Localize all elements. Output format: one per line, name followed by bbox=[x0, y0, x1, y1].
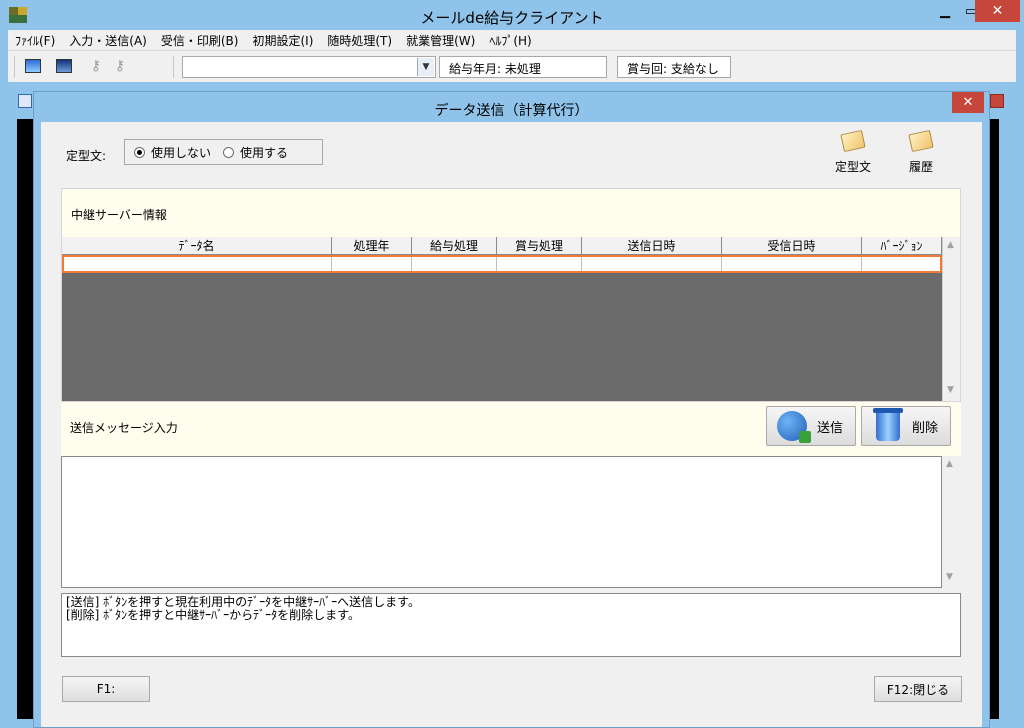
column-header[interactable]: 受信日時 bbox=[722, 237, 862, 255]
toolbar-separator bbox=[173, 56, 174, 78]
message-label: 送信メッセージ入力 bbox=[70, 421, 178, 435]
table-cell[interactable] bbox=[64, 257, 332, 271]
column-header[interactable]: 給与処理 bbox=[412, 237, 497, 255]
dialog-body: 定型文: 使用しない 使用する 定型文 履歴 中継サーバー情報 ﾃﾞｰﾀ名 処理… bbox=[41, 122, 982, 727]
column-header[interactable]: ﾃﾞｰﾀ名 bbox=[62, 237, 332, 255]
close-f12-button[interactable]: F12:閉じる bbox=[874, 676, 962, 702]
company-combobox[interactable]: ▼ bbox=[182, 56, 436, 78]
template-button[interactable]: 定型文 bbox=[823, 129, 883, 182]
globe-upload-icon bbox=[777, 411, 811, 443]
dialog-titlebar: データ送信（計算代行） ✕ bbox=[34, 92, 989, 122]
history-button-label: 履歴 bbox=[908, 160, 933, 174]
radio-use-label: 使用する bbox=[240, 145, 289, 160]
message-scrollbar[interactable]: ▲ ▼ bbox=[942, 456, 961, 588]
column-header[interactable]: 送信日時 bbox=[582, 237, 722, 255]
monitor-dark-icon[interactable] bbox=[56, 59, 72, 73]
app-title: メールde給与クライアント bbox=[420, 9, 604, 27]
dialog-close-button[interactable]: ✕ bbox=[952, 92, 984, 113]
menu-adhoc-processing[interactable]: 随時処理(T) bbox=[320, 32, 399, 49]
f1-button[interactable]: F1: bbox=[62, 676, 150, 702]
grid-scrollbar[interactable]: ▲ ▼ bbox=[942, 237, 960, 401]
column-header[interactable]: ﾊﾞｰｼﾞｮﾝ bbox=[862, 237, 942, 255]
table-cell[interactable] bbox=[862, 257, 940, 271]
table-cell[interactable] bbox=[582, 257, 722, 271]
menu-help[interactable]: ﾍﾙﾌﾟ(H) bbox=[482, 32, 538, 49]
radio-use[interactable]: 使用する bbox=[223, 144, 288, 161]
column-header[interactable]: 賞与処理 bbox=[497, 237, 582, 255]
data-send-dialog: データ送信（計算代行） ✕ 定型文: 使用しない 使用する 定型文 履歴 中継サ… bbox=[33, 91, 990, 728]
menu-work-management[interactable]: 就業管理(W) bbox=[399, 32, 482, 49]
dialog-title: データ送信（計算代行） bbox=[434, 103, 589, 119]
table-cell[interactable] bbox=[497, 257, 582, 271]
delete-button[interactable]: 削除 bbox=[861, 406, 951, 446]
menu-initial-settings[interactable]: 初期設定(I) bbox=[245, 32, 320, 49]
bonus-period-field: 賞与回: 支給なし bbox=[617, 56, 731, 78]
key-icon[interactable]: ⚷ bbox=[88, 58, 104, 74]
history-button[interactable]: 履歴 bbox=[891, 129, 951, 182]
template-radio-group: 使用しない 使用する bbox=[124, 139, 323, 165]
scroll-down-icon[interactable]: ▼ bbox=[946, 572, 953, 582]
main-titlebar: メールde給与クライアント ▁ ▭ ✕ bbox=[0, 0, 1024, 30]
menu-receive-print[interactable]: 受信・印刷(B) bbox=[154, 32, 246, 49]
salary-period-field: 給与年月: 未処理 bbox=[439, 56, 607, 78]
radio-checked-icon[interactable] bbox=[134, 146, 145, 158]
child-close-icon[interactable] bbox=[990, 94, 1004, 108]
close-button[interactable]: ✕ bbox=[975, 0, 1020, 22]
table-cell[interactable] bbox=[332, 257, 412, 271]
key-icon[interactable]: ⚷ bbox=[112, 58, 128, 74]
delete-button-label: 削除 bbox=[912, 420, 939, 436]
chevron-down-icon[interactable]: ▼ bbox=[417, 58, 434, 76]
trash-icon bbox=[873, 408, 903, 441]
radio-not-use[interactable]: 使用しない bbox=[134, 144, 211, 161]
book-icon bbox=[840, 129, 866, 153]
toolbar-separator bbox=[14, 56, 15, 78]
column-header[interactable]: 処理年 bbox=[332, 237, 412, 255]
server-data-grid[interactable]: ﾃﾞｰﾀ名 処理年 給与処理 賞与処理 送信日時 受信日時 ﾊﾞｰｼﾞｮﾝ ▲ … bbox=[62, 237, 960, 401]
menu-file[interactable]: ﾌｧｲﾙ(F) bbox=[8, 32, 62, 49]
menubar: ﾌｧｲﾙ(F) 入力・送信(A) 受信・印刷(B) 初期設定(I) 随時処理(T… bbox=[8, 30, 1016, 50]
template-button-label: 定型文 bbox=[834, 160, 871, 174]
monitor-icon[interactable] bbox=[25, 59, 41, 73]
template-label: 定型文: bbox=[66, 149, 107, 163]
menu-input-send[interactable]: 入力・送信(A) bbox=[62, 32, 154, 49]
relay-server-section: 中継サーバー情報 ﾃﾞｰﾀ名 処理年 給与処理 賞与処理 送信日時 受信日時 ﾊ… bbox=[61, 188, 961, 402]
toolbar: ⚷ ⚷ ▼ 給与年月: 未処理 賞与回: 支給なし bbox=[8, 50, 1016, 82]
table-row[interactable] bbox=[62, 255, 942, 273]
scroll-up-icon[interactable]: ▲ bbox=[947, 240, 954, 250]
help-text-box: [送信] ﾎﾞﾀﾝを押すと現在利用中のﾃﾞｰﾀを中継ｻｰﾊﾞｰへ送信します。 [… bbox=[61, 593, 961, 657]
grid-header: ﾃﾞｰﾀ名 処理年 給与処理 賞与処理 送信日時 受信日時 ﾊﾞｰｼﾞｮﾝ bbox=[62, 237, 942, 255]
message-textarea[interactable] bbox=[61, 456, 942, 588]
help-line: [削除] ﾎﾞﾀﾝを押すと中継ｻｰﾊﾞｰからﾃﾞｰﾀを削除します。 bbox=[66, 608, 360, 622]
radio-unchecked-icon[interactable] bbox=[223, 146, 235, 158]
send-button-label: 送信 bbox=[817, 420, 844, 436]
message-section: 送信メッセージ入力 送信 削除 bbox=[61, 402, 961, 456]
table-cell[interactable] bbox=[412, 257, 497, 271]
table-cell[interactable] bbox=[722, 257, 862, 271]
relay-server-label: 中継サーバー情報 bbox=[71, 208, 167, 222]
minimize-button[interactable]: ▁ bbox=[932, 0, 958, 22]
scroll-down-icon[interactable]: ▼ bbox=[947, 385, 954, 395]
send-button[interactable]: 送信 bbox=[766, 406, 856, 446]
scroll-up-icon[interactable]: ▲ bbox=[946, 459, 953, 469]
book-icon bbox=[908, 129, 934, 153]
child-window-icon bbox=[18, 94, 32, 108]
radio-not-use-label: 使用しない bbox=[151, 145, 212, 160]
